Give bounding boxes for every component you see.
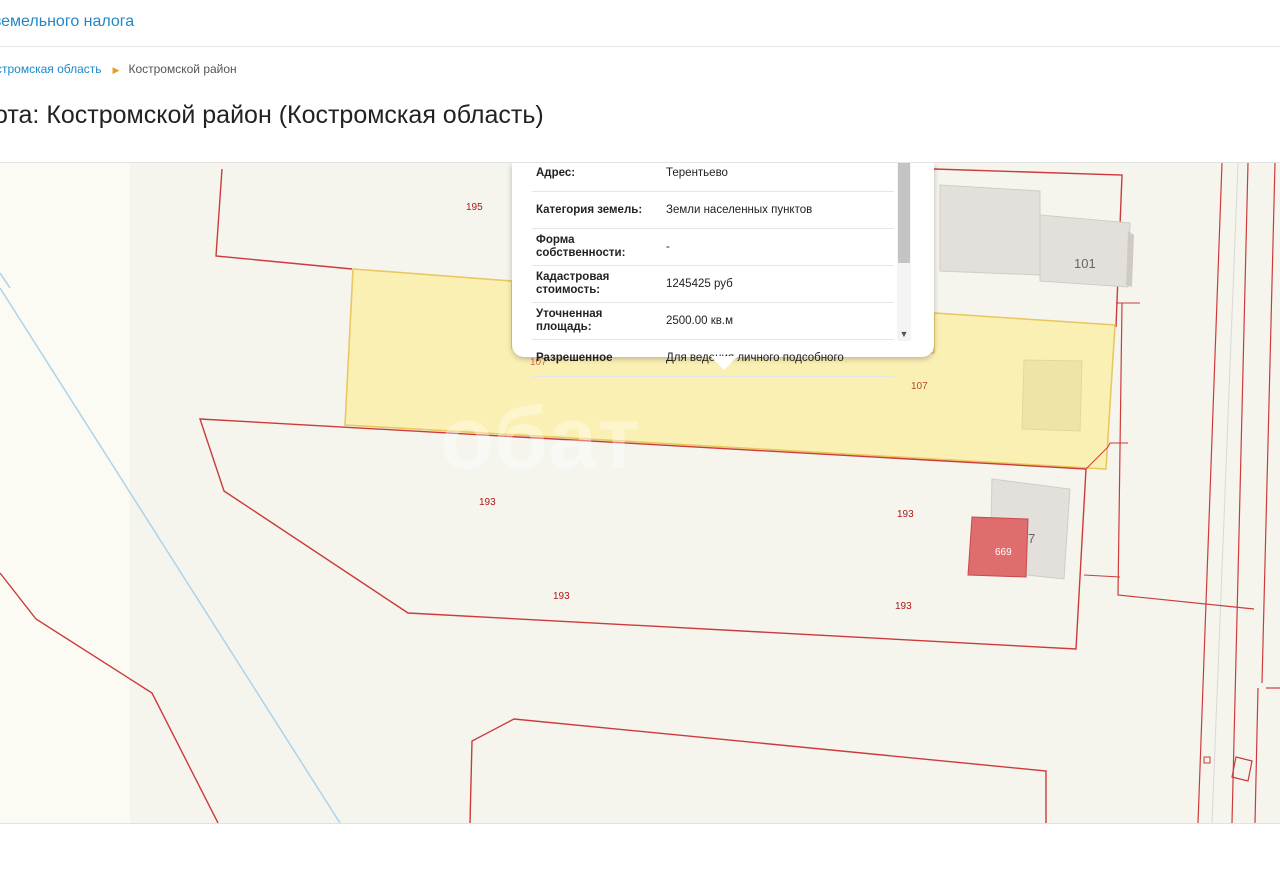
scrollbar-thumb[interactable] (898, 163, 910, 263)
building-label: 7 (1028, 531, 1035, 546)
parcel-label: 193 (553, 591, 570, 602)
breadcrumb-separator-icon: ▶ (112, 65, 120, 75)
parcel-info-table: Адрес: Терентьево Категория земель: Земли н… (532, 163, 894, 377)
info-value: Земли населенных пунктов (662, 191, 894, 229)
info-key: Форма собственности: (532, 228, 662, 266)
info-value: Терентьево (662, 163, 894, 192)
info-value: - (662, 228, 894, 266)
info-value: Для ведения личного подсобного (662, 339, 894, 377)
scroll-down-arrow-icon[interactable]: ▼ (897, 327, 911, 341)
info-row: Кадастровая стоимость: 1245425 руб (532, 265, 894, 303)
parcel-label: 669 (995, 547, 1012, 558)
info-row: Адрес: Терентьево (532, 163, 894, 192)
parcel-label: 193 (479, 497, 496, 508)
breadcrumb-current: Костромской район (128, 62, 237, 76)
info-row: Форма собственности: - (532, 228, 894, 266)
info-key: Адрес: (532, 163, 662, 192)
parcel-label: 193 (897, 509, 914, 520)
parcel-info-popup[interactable]: Адрес: Терентьево Категория земель: Земли н… (512, 163, 934, 377)
popup-pointer (710, 356, 738, 370)
info-row: Категория земель: Земли населенных пункто… (532, 191, 894, 229)
info-key: Разрешенное (532, 339, 662, 377)
parcel-label: 195 (466, 202, 483, 213)
popup-scrollbar[interactable]: ▼ (897, 163, 911, 341)
building-in-selected-parcel (1021, 359, 1083, 432)
info-key: Категория земель: (532, 191, 662, 229)
page-title: ота: Костромской район (Костромская обла… (0, 101, 544, 129)
building-label: 101 (1074, 256, 1096, 271)
info-key: Кадастровая стоимость: (532, 265, 662, 303)
parcel-label: 107 (911, 381, 928, 392)
top-bar: земельного налога (0, 0, 1280, 47)
parcel-label: 193 (895, 601, 912, 612)
cadastral-map[interactable]: обат 195 107 107 193 193 193 193 669 101… (0, 162, 1280, 824)
breadcrumb-region-link[interactable]: стромская область (0, 62, 102, 76)
building-101 (1039, 214, 1131, 288)
building-footprint (939, 184, 1041, 276)
info-key: Уточненная площадь: (532, 302, 662, 340)
info-row: Уточненная площадь: 2500.00 кв.м (532, 302, 894, 340)
watermark: обат (440, 388, 640, 487)
site-title-link[interactable]: земельного налога (0, 13, 134, 31)
info-value: 1245425 руб (662, 265, 894, 303)
info-value: 2500.00 кв.м (662, 302, 894, 340)
breadcrumb: стромская область ▶ Костромской район (0, 62, 237, 76)
